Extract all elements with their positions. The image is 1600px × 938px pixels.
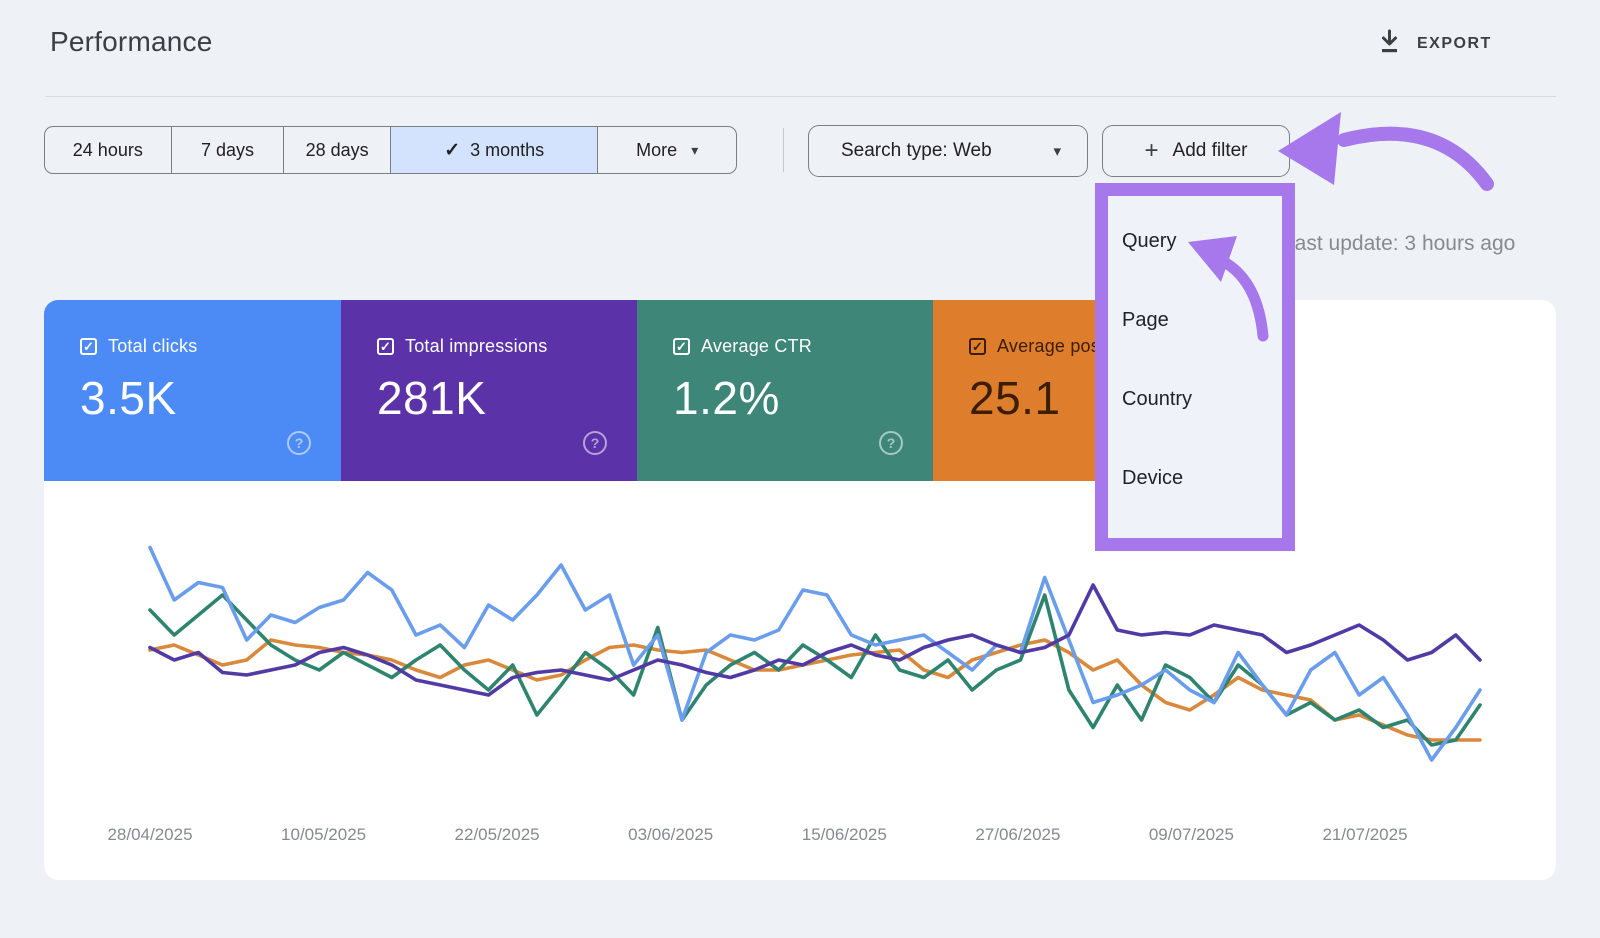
series-line-average-ctr [150,595,1480,745]
gsc-performance-page: Performance EXPORT 24 hours 7 days 28 da… [0,0,1600,938]
header-divider [45,96,1556,97]
time-range-label: 28 days [306,140,369,161]
export-label: EXPORT [1417,35,1492,53]
page-title: Performance [50,26,213,58]
download-icon [1378,29,1401,59]
time-range-label: 3 months [470,140,544,161]
chevron-down-icon: ▾ [1053,142,1061,160]
checkmark-icon: ✓ [444,139,460,162]
x-axis-label: 10/05/2025 [281,825,366,844]
x-axis-label: 03/06/2025 [628,825,713,844]
dropdown-item-query[interactable]: Query [1122,230,1176,253]
export-button[interactable]: EXPORT [1378,28,1492,60]
add-filter-button[interactable]: + Add filter [1102,125,1290,177]
x-axis-label: 21/07/2025 [1322,825,1407,844]
time-range-24-hours[interactable]: 24 hours [45,127,171,173]
dropdown-item-device[interactable]: Device [1122,467,1183,490]
x-axis-label: 15/06/2025 [802,825,887,844]
plus-icon: + [1145,139,1159,163]
add-filter-label: Add filter [1173,140,1248,162]
time-range-label: More [636,140,677,161]
add-filter-dropdown-annotated: Query Page Country Device [1095,183,1295,551]
chevron-down-icon: ▾ [691,142,698,159]
report-panel: ✓ Total clicks 3.5K ? ✓ Total impression… [44,300,1556,880]
last-update-text: Last update: 3 hours ago [1283,232,1515,256]
arrow-to-add-filter [1278,112,1487,185]
time-range-more[interactable]: More ▾ [597,127,736,173]
dropdown-item-page[interactable]: Page [1122,309,1169,332]
x-axis-label: 22/05/2025 [455,825,540,844]
time-range-3-months-selected[interactable]: ✓ 3 months [390,127,597,173]
search-type-dropdown[interactable]: Search type: Web ▾ [808,125,1088,177]
dropdown-item-country[interactable]: Country [1122,388,1192,411]
time-range-7-days[interactable]: 7 days [171,127,284,173]
performance-line-chart[interactable]: 28/04/2025 10/05/2025 22/05/2025 03/06/2025… [44,300,1556,880]
time-range-label: 24 hours [73,140,143,161]
time-range-label: 7 days [201,140,254,161]
x-axis-label: 09/07/2025 [1149,825,1234,844]
x-axis-label: 27/06/2025 [975,825,1060,844]
series-line-total-impressions [150,585,1480,695]
time-range-group: 24 hours 7 days 28 days ✓ 3 months More … [44,126,737,174]
time-range-28-days[interactable]: 28 days [283,127,390,173]
search-type-label: Search type: Web [841,140,992,162]
x-axis-label: 28/04/2025 [107,825,192,844]
vertical-separator [783,128,784,172]
